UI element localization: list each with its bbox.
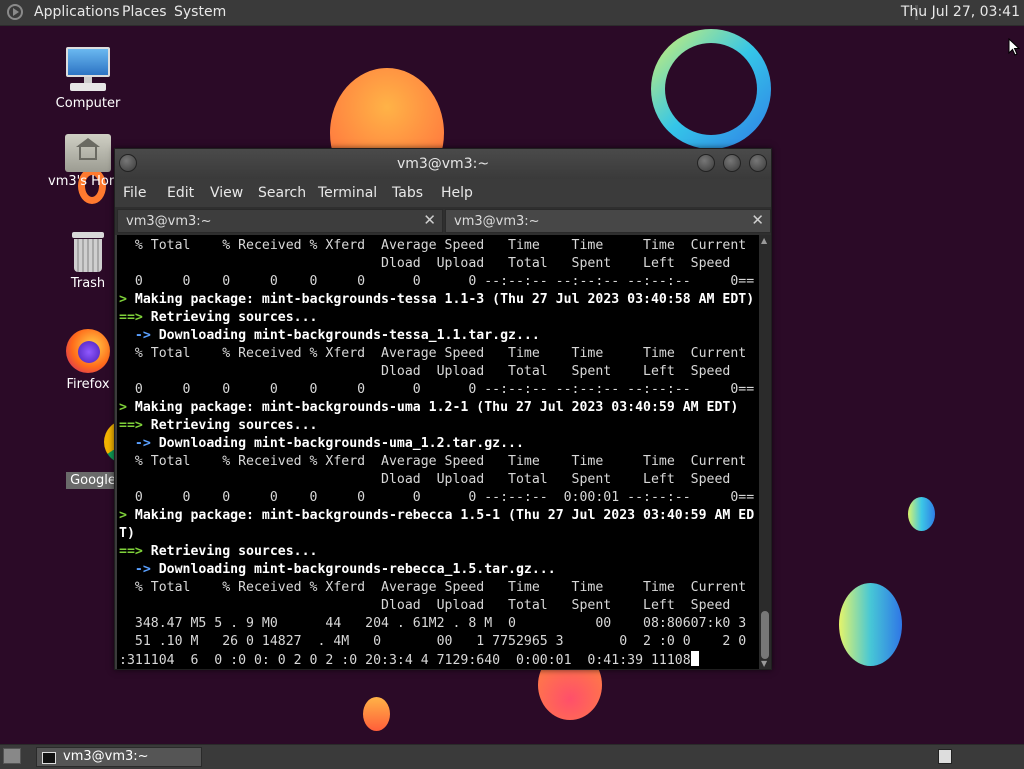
terminal-line: > Making package: mint-backgrounds-rebec… xyxy=(119,508,755,523)
terminal-line: % Total % Received % Xferd Average Speed… xyxy=(119,580,747,595)
menu-edit[interactable]: Edit xyxy=(167,185,194,201)
terminal-icon xyxy=(42,752,56,764)
terminal-line: Dload Upload Total Spent Left Speed xyxy=(119,598,731,613)
window-menubar: File Edit View Search Terminal Tabs Help xyxy=(115,179,771,207)
minimize-button[interactable] xyxy=(697,154,715,172)
trash-icon xyxy=(68,230,108,274)
bottom-panel: vm3@vm3:~ xyxy=(0,744,1024,769)
terminal-line: 51 .10 M 26 0 14827 . 4M 0 00 1 7752965 … xyxy=(119,634,747,649)
computer-icon xyxy=(64,46,112,94)
terminal-line: ==> Retrieving sources... xyxy=(119,418,318,433)
terminal-text: % Total % Received % Xferd Average Speed… xyxy=(117,235,759,669)
menu-applications[interactable]: Applications xyxy=(34,4,120,20)
tab-label: vm3@vm3:~ xyxy=(126,214,212,229)
menu-help[interactable]: Help xyxy=(441,185,473,201)
terminal-line: > Making package: mint-backgrounds-uma 1… xyxy=(119,400,739,415)
terminal-line: 0 0 0 0 0 0 0 0 --:--:-- 0:00:01 --:--:-… xyxy=(119,490,755,505)
tab-bar: vm3@vm3:~ ✕ vm3@vm3:~ ✕ xyxy=(115,207,771,235)
wallpaper-green-blue-oval xyxy=(839,583,902,666)
terminal-line: -> Downloading mint-backgrounds-uma_1.2.… xyxy=(119,436,524,451)
window-titlebar[interactable]: vm3@vm3:~ xyxy=(115,149,771,179)
tab-close-icon[interactable]: ✕ xyxy=(423,211,436,229)
terminal-line: ==> Retrieving sources... xyxy=(119,310,318,325)
wallpaper-ring xyxy=(651,29,771,149)
terminal-line: % Total % Received % Xferd Average Speed… xyxy=(119,454,747,469)
terminal-cursor xyxy=(690,651,699,666)
scroll-down-icon[interactable]: ▼ xyxy=(761,659,767,668)
taskbar-item-terminal[interactable]: vm3@vm3:~ xyxy=(36,747,202,767)
top-panel: Applications Places System Thu Jul 27, 0… xyxy=(0,0,1024,26)
terminal-line: T) xyxy=(119,526,135,541)
firefox-icon xyxy=(64,327,112,375)
menu-search[interactable]: Search xyxy=(258,185,306,201)
menu-terminal[interactable]: Terminal xyxy=(318,185,377,201)
menu-view[interactable]: View xyxy=(210,185,243,201)
scrollbar-thumb[interactable] xyxy=(761,611,769,659)
tab-label: vm3@vm3:~ xyxy=(454,214,540,229)
terminal-line: -> Downloading mint-backgrounds-tessa_1.… xyxy=(119,328,540,343)
menu-system[interactable]: System xyxy=(174,4,226,20)
chrome-icon xyxy=(64,420,148,468)
menu-file[interactable]: File xyxy=(123,185,146,201)
workspace-switcher-icon[interactable] xyxy=(938,749,952,764)
desktop-icon-label: Computer xyxy=(55,96,121,111)
terminal-line: ==> Retrieving sources... xyxy=(119,544,318,559)
terminal-line: Dload Upload Total Spent Left Speed xyxy=(119,472,731,487)
terminal-line: -> Downloading mint-backgrounds-rebecca_… xyxy=(119,562,556,577)
terminal-line: 0 0 0 0 0 0 0 0 --:--:-- --:--:-- --:--:… xyxy=(119,274,755,289)
desktop-icon-label: Google xyxy=(66,472,120,489)
tab-close-icon[interactable]: ✕ xyxy=(751,211,764,229)
close-button[interactable] xyxy=(749,154,767,172)
scroll-up-icon[interactable]: ▲ xyxy=(761,236,767,245)
menu-places[interactable]: Places xyxy=(122,4,167,20)
terminal-line: > Making package: mint-backgrounds-tessa… xyxy=(119,292,755,307)
home-folder-icon xyxy=(65,130,111,172)
terminal-line: Dload Upload Total Spent Left Speed xyxy=(119,364,731,379)
maximize-button[interactable] xyxy=(723,154,741,172)
desktop-icon-computer[interactable]: Computer xyxy=(48,46,128,111)
menu-tabs[interactable]: Tabs xyxy=(392,185,423,201)
terminal-line: :311104 6 0 :0 0: 0 2 0 2 :0 20:3:4 4 71… xyxy=(119,651,759,669)
window-title: vm3@vm3:~ xyxy=(396,156,490,172)
terminal-output[interactable]: % Total % Received % Xferd Average Speed… xyxy=(117,235,759,669)
wallpaper-small-orange xyxy=(363,697,390,731)
terminal-line: 0 0 0 0 0 0 0 0 --:--:-- --:--:-- --:--:… xyxy=(119,382,755,397)
mint-menu-icon[interactable] xyxy=(7,4,23,20)
tab-1[interactable]: vm3@vm3:~ ✕ xyxy=(117,209,443,233)
terminal-line: % Total % Received % Xferd Average Speed… xyxy=(119,238,747,253)
clock[interactable]: Thu Jul 27, 03:41 xyxy=(901,4,1020,20)
taskbar-item-label: vm3@vm3:~ xyxy=(63,749,149,764)
wallpaper-blue-drop xyxy=(908,497,935,531)
terminal-line: Dload Upload Total Spent Left Speed xyxy=(119,256,731,271)
mouse-cursor-icon xyxy=(1008,38,1020,56)
terminal-line: % Total % Received % Xferd Average Speed… xyxy=(119,346,747,361)
terminal-window[interactable]: vm3@vm3:~ File Edit View Search Terminal… xyxy=(114,148,772,670)
terminal-line: 348.47 M5 5 . 9 M0 44 204 . 61M2 . 8 M 0… xyxy=(119,616,747,631)
tab-2[interactable]: vm3@vm3:~ ✕ xyxy=(445,209,771,233)
terminal-scrollbar[interactable]: ▲ ▼ xyxy=(759,235,771,669)
show-desktop-icon[interactable] xyxy=(3,748,21,764)
